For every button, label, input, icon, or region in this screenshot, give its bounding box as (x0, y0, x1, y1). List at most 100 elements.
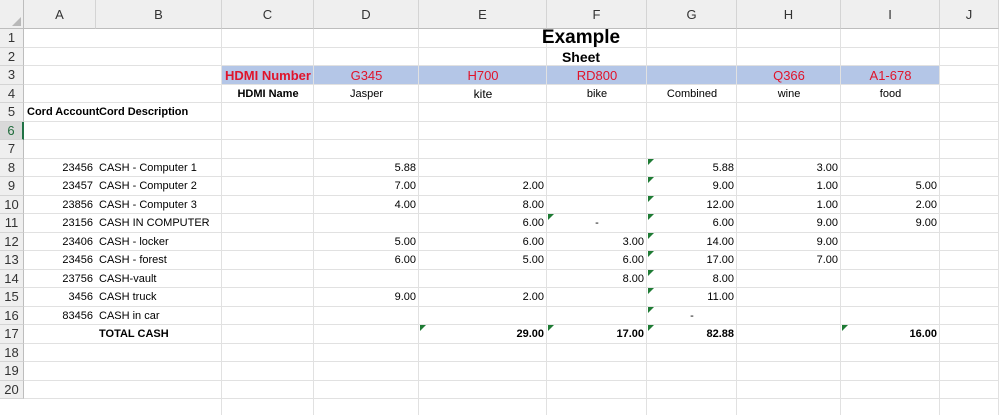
row-header-4[interactable]: 4 (0, 84, 24, 103)
column-header-d[interactable]: D (314, 0, 419, 29)
cord-account-cell[interactable]: 83456 (24, 307, 96, 326)
cord-account-cell[interactable]: 3456 (24, 288, 96, 307)
amount-cell-d[interactable]: 5.00 (314, 233, 419, 252)
row-header-19[interactable]: 19 (0, 362, 24, 381)
cord-description-cell[interactable]: CASH in car (96, 307, 222, 326)
amount-cell-g[interactable]: 5.88 (647, 159, 737, 178)
amount-cell-g[interactable]: 12.00 (647, 196, 737, 215)
hdmi-name-cell[interactable]: food (841, 85, 940, 104)
cord-account-cell[interactable]: 23756 (24, 270, 96, 289)
total-cell-f[interactable]: 17.00 (547, 325, 647, 344)
column-header-i[interactable]: I (841, 0, 940, 29)
hdmi-name-cell[interactable]: Combined (647, 85, 737, 104)
amount-cell-g[interactable]: 11.00 (647, 288, 737, 307)
amount-cell-d[interactable]: 6.00 (314, 251, 419, 270)
column-header-g[interactable]: G (647, 0, 737, 29)
row-header-13[interactable]: 13 (0, 251, 24, 270)
amount-cell-e[interactable]: 2.00 (419, 288, 547, 307)
amount-cell-i[interactable]: 5.00 (841, 177, 940, 196)
total-cash-label[interactable]: TOTAL CASH (96, 325, 222, 344)
amount-cell-h[interactable]: 3.00 (737, 159, 841, 178)
hdmi-number-cell[interactable]: Q366 (737, 66, 841, 85)
amount-cell-d[interactable]: 9.00 (314, 288, 419, 307)
hdmi-number-cell[interactable]: H700 (419, 66, 547, 85)
amount-cell-f[interactable]: - (547, 214, 647, 233)
row-header-18[interactable]: 18 (0, 343, 24, 362)
row-header-12[interactable]: 12 (0, 232, 24, 251)
select-all-corner[interactable] (0, 0, 24, 29)
amount-cell-e[interactable]: 8.00 (419, 196, 547, 215)
row-header-14[interactable]: 14 (0, 269, 24, 288)
hdmi-name-cell[interactable]: kite (419, 85, 547, 104)
hdmi-number-cell[interactable]: A1-678 (841, 66, 940, 85)
sheet-title[interactable]: Example (222, 27, 940, 48)
column-header-f[interactable]: F (547, 0, 647, 29)
column-header-c[interactable]: C (222, 0, 314, 29)
amount-cell-i[interactable]: 2.00 (841, 196, 940, 215)
total-cell-i[interactable]: 16.00 (841, 325, 940, 344)
amount-cell-h[interactable]: 9.00 (737, 214, 841, 233)
amount-cell-f[interactable]: 6.00 (547, 251, 647, 270)
cord-description-cell[interactable]: CASH IN COMPUTER (96, 214, 222, 233)
cord-account-cell[interactable]: 23856 (24, 196, 96, 215)
cord-account-cell[interactable]: 23457 (24, 177, 96, 196)
row-header-17[interactable]: 17 (0, 325, 24, 344)
cord-description-cell[interactable]: CASH truck (96, 288, 222, 307)
row-header-10[interactable]: 10 (0, 195, 24, 214)
row-header-5[interactable]: 5 (0, 103, 24, 122)
hdmi-name-cell[interactable]: bike (547, 85, 647, 104)
cord-description-header[interactable]: Cord Description (96, 103, 222, 122)
row-header-2[interactable]: 2 (0, 47, 24, 66)
amount-cell-g[interactable]: 17.00 (647, 251, 737, 270)
cord-account-cell[interactable]: 23456 (24, 159, 96, 178)
amount-cell-g[interactable]: 6.00 (647, 214, 737, 233)
row-header-11[interactable]: 11 (0, 214, 24, 233)
amount-cell-d[interactable]: 7.00 (314, 177, 419, 196)
hdmi-number-cell[interactable]: RD800 (547, 66, 647, 85)
amount-cell-g[interactable]: 14.00 (647, 233, 737, 252)
amount-cell-d[interactable]: 5.88 (314, 159, 419, 178)
amount-cell-e[interactable]: 6.00 (419, 214, 547, 233)
cord-description-cell[interactable]: CASH - Computer 3 (96, 196, 222, 215)
column-header-h[interactable]: H (737, 0, 841, 29)
column-header-a[interactable]: A (24, 0, 96, 29)
amount-cell-i[interactable]: 9.00 (841, 214, 940, 233)
total-cell-e[interactable]: 29.00 (419, 325, 547, 344)
cord-account-cell[interactable]: 23456 (24, 251, 96, 270)
amount-cell-h[interactable]: 7.00 (737, 251, 841, 270)
amount-cell-g[interactable]: 9.00 (647, 177, 737, 196)
hdmi-name-cell[interactable]: Jasper (314, 85, 419, 104)
amount-cell-f[interactable]: 3.00 (547, 233, 647, 252)
column-header-e[interactable]: E (419, 0, 547, 29)
cord-description-cell[interactable]: CASH-vault (96, 270, 222, 289)
row-header-6[interactable]: 6 (0, 121, 24, 140)
amount-cell-e[interactable]: 2.00 (419, 177, 547, 196)
amount-cell-e[interactable]: 6.00 (419, 233, 547, 252)
cord-description-cell[interactable]: CASH - locker (96, 233, 222, 252)
amount-cell-h[interactable]: 1.00 (737, 177, 841, 196)
column-header-b[interactable]: B (96, 0, 222, 29)
cord-description-cell[interactable]: CASH - forest (96, 251, 222, 270)
row-header-8[interactable]: 8 (0, 158, 24, 177)
amount-cell-h[interactable]: 1.00 (737, 196, 841, 215)
row-header-7[interactable]: 7 (0, 140, 24, 159)
amount-cell-f[interactable]: 8.00 (547, 270, 647, 289)
hdmi-number-label[interactable]: HDMI Number (222, 66, 314, 85)
row-header-9[interactable]: 9 (0, 177, 24, 196)
spreadsheet-grid[interactable]: A B C D E F G H I J 1 2 3 4 5 6 7 8 9 10 11 12 13 14 15 16 17 18 19 2… (0, 0, 999, 415)
hdmi-name-cell[interactable]: wine (737, 85, 841, 104)
cord-account-cell[interactable]: 23156 (24, 214, 96, 233)
amount-cell-h[interactable]: 9.00 (737, 233, 841, 252)
hdmi-name-label[interactable]: HDMI Name (222, 85, 314, 104)
row-header-15[interactable]: 15 (0, 288, 24, 307)
amount-cell-g[interactable]: - (647, 307, 737, 326)
cord-description-cell[interactable]: CASH - Computer 2 (96, 177, 222, 196)
hdmi-number-cell[interactable]: G345 (314, 66, 419, 85)
sheet-subtitle[interactable]: Sheet (222, 48, 940, 67)
cord-account-cell[interactable]: 23406 (24, 233, 96, 252)
column-header-j[interactable]: J (940, 0, 999, 29)
amount-cell-d[interactable]: 4.00 (314, 196, 419, 215)
amount-cell-g[interactable]: 8.00 (647, 270, 737, 289)
row-header-16[interactable]: 16 (0, 306, 24, 325)
cord-account-header[interactable]: Cord Account (24, 103, 99, 122)
